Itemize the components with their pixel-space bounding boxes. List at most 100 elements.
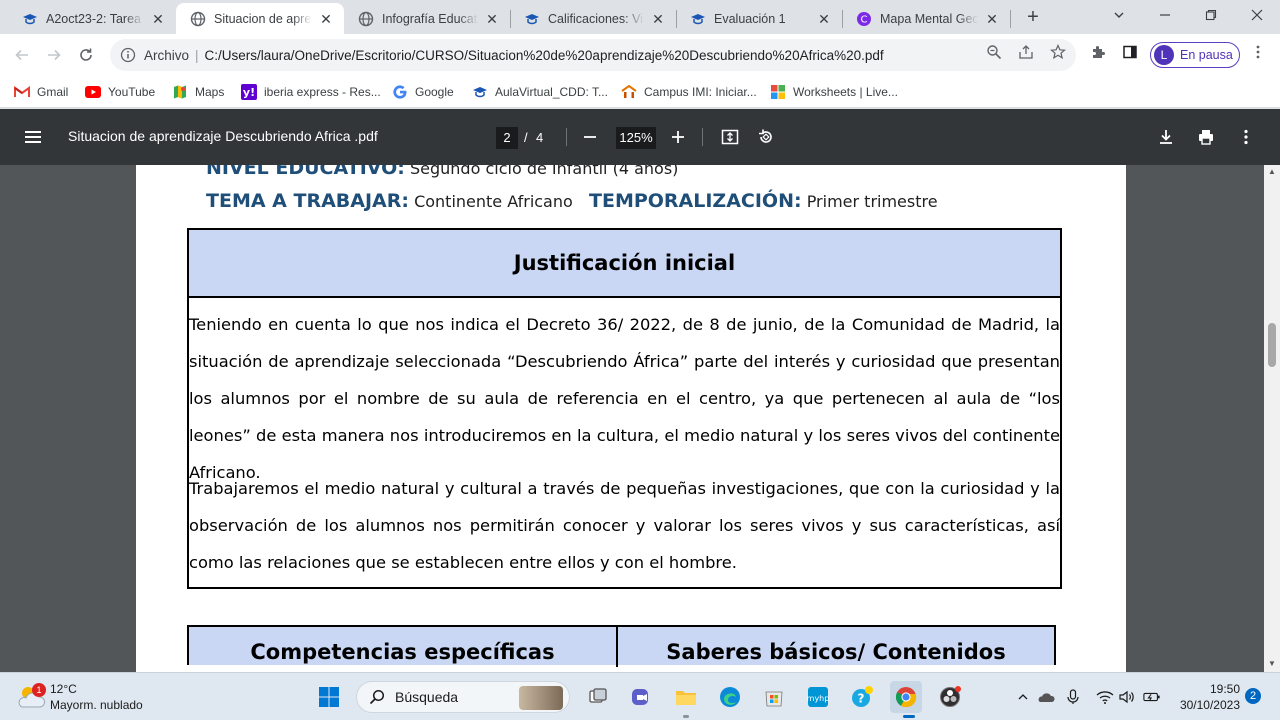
restore-icon[interactable] [1196, 4, 1226, 28]
vertical-scrollbar[interactable]: ▲ ▼ [1264, 165, 1280, 672]
forward-arrow-icon[interactable] [42, 43, 66, 67]
tray-chevron-up-icon[interactable] [1014, 688, 1032, 706]
menu-icon[interactable] [22, 126, 44, 148]
close-icon[interactable]: ✕ [650, 11, 666, 27]
tab-search-chevron-icon[interactable] [1104, 4, 1134, 28]
minimize-icon[interactable] [1150, 4, 1180, 28]
close-icon[interactable]: ✕ [150, 11, 166, 27]
microsoft-store-icon[interactable] [758, 681, 790, 713]
bookmark-label: YouTube [108, 85, 156, 99]
myhp-icon[interactable]: myhp [802, 681, 834, 713]
reload-icon[interactable] [74, 43, 98, 67]
close-window-icon[interactable] [1242, 4, 1272, 28]
volume-icon[interactable] [1118, 688, 1136, 706]
moodle-cap-icon [690, 11, 706, 27]
bookmark-maps[interactable]: Maps [172, 82, 224, 102]
nivel-value: Segundo ciclo de Infantil (4 años) [409, 165, 679, 178]
bookmark-google[interactable]: Google [392, 82, 454, 102]
competencias-table-header: Competencias específicas Saberes básicos… [187, 625, 1056, 667]
tema-value: Continente Africano [414, 192, 573, 211]
tab-infografia[interactable]: Infografía Educativ ✕ [344, 3, 510, 34]
bookmark-worksheets[interactable]: Worksheets | Live... [770, 82, 898, 102]
avatar: L [1154, 45, 1174, 65]
tab-mapa-mental[interactable]: C Mapa Mental Geo ✕ [842, 3, 1010, 34]
weather-widget[interactable]: 1 12°C Mayorm. nublado [16, 681, 143, 713]
fit-to-page-icon[interactable] [718, 125, 742, 149]
zoom-icon[interactable] [984, 42, 1004, 62]
zoom-out-button[interactable] [578, 125, 602, 149]
back-arrow-icon[interactable] [10, 43, 34, 67]
scroll-down-icon[interactable]: ▼ [1267, 659, 1277, 669]
tab-title: Evaluación 1 [714, 11, 786, 26]
close-icon[interactable]: ✕ [318, 11, 334, 27]
bookmark-campus-imi[interactable]: Campus IMI: Iniciar... [621, 82, 757, 102]
zoom-level-input[interactable]: 125% [616, 127, 656, 149]
canva-icon: C [856, 11, 872, 27]
bookmark-star-icon[interactable] [1048, 42, 1068, 62]
bookmark-label: Campus IMI: Iniciar... [644, 85, 757, 99]
close-icon[interactable]: ✕ [984, 11, 1000, 27]
tab-situacion-aprendizaje[interactable]: Situacion de aprend ✕ [176, 3, 344, 34]
page-number-input[interactable]: 2 [496, 127, 518, 149]
moodle-cap-icon [22, 11, 38, 27]
new-tab-button[interactable]: + [1022, 6, 1044, 28]
teams-meet-icon[interactable] [626, 681, 658, 713]
task-view-icon[interactable] [582, 681, 614, 713]
tab-a2oct23[interactable]: A2oct23-2: Tarea p ✕ [8, 3, 176, 34]
moodle-cap-icon [472, 84, 488, 100]
svg-text:?: ? [858, 692, 865, 706]
url-text: C:/Users/laura/OneDrive/Escritorio/CURSO… [204, 47, 884, 63]
windows-taskbar: 1 12°C Mayorm. nublado Búsqueda myhp ? 1… [0, 672, 1280, 720]
pdf-viewer[interactable]: NIVEL EDUCATIVO: Segundo ciclo de Infant… [0, 165, 1280, 672]
weather-condition: Mayorm. nublado [50, 698, 143, 712]
bookmark-aulavirtual[interactable]: AulaVirtual_CDD: T... [472, 82, 608, 102]
rotate-icon[interactable] [754, 125, 778, 149]
scrollbar-thumb[interactable] [1268, 323, 1276, 367]
svg-text:C: C [861, 14, 868, 25]
temporalizacion-value: Primer trimestre [806, 192, 938, 211]
profile-button[interactable]: L En pausa [1150, 42, 1240, 68]
maps-icon [172, 84, 188, 100]
extensions-puzzle-icon[interactable] [1088, 42, 1108, 62]
worksheets-icon [770, 84, 786, 100]
taskbar-search[interactable]: Búsqueda [356, 681, 570, 713]
profile-status: En pausa [1180, 48, 1233, 62]
battery-charging-icon[interactable] [1143, 688, 1161, 706]
notification-badge[interactable]: 2 [1245, 688, 1261, 704]
clock-time: 19:50 [1209, 682, 1240, 696]
more-options-icon[interactable] [1234, 125, 1258, 149]
windows-start-icon[interactable] [313, 681, 345, 713]
bookmark-label: Worksheets | Live... [793, 85, 898, 99]
wifi-icon[interactable] [1096, 688, 1114, 706]
tab-calificaciones[interactable]: Calificaciones: Vist ✕ [510, 3, 676, 34]
globe-icon [190, 11, 206, 27]
bookmark-gmail[interactable]: Gmail [14, 82, 68, 102]
print-icon[interactable] [1194, 125, 1218, 149]
close-icon[interactable]: ✕ [484, 11, 500, 27]
address-bar[interactable]: Archivo | C:/Users/laura/OneDrive/Escrit… [110, 39, 1076, 71]
clock-date: 30/10/2023 [1179, 698, 1240, 712]
svg-text:myhp: myhp [807, 694, 829, 703]
close-icon[interactable]: ✕ [816, 11, 832, 27]
download-icon[interactable] [1154, 125, 1178, 149]
obs-recorder-icon[interactable] [934, 681, 966, 713]
site-info-icon[interactable] [120, 47, 136, 63]
bookmark-iberia[interactable]: y! iberia express - Res... [241, 82, 381, 102]
onedrive-cloud-icon[interactable] [1037, 688, 1055, 706]
file-explorer-icon[interactable] [670, 681, 702, 713]
edge-icon[interactable] [714, 681, 746, 713]
header-saberes: Saberes básicos/ Contenidos [666, 640, 1006, 664]
more-menu-icon[interactable] [1248, 42, 1268, 62]
chrome-icon[interactable] [890, 681, 922, 713]
microphone-icon[interactable] [1064, 688, 1082, 706]
scroll-up-icon[interactable]: ▲ [1267, 167, 1277, 177]
tips-help-icon[interactable]: ? [846, 681, 878, 713]
share-icon[interactable] [1016, 42, 1036, 62]
bookmark-youtube[interactable]: YouTube [85, 82, 155, 102]
system-clock[interactable]: 19:50 30/10/2023 [1176, 681, 1240, 713]
tab-title: Calificaciones: Vist [548, 11, 644, 26]
nivel-key: NIVEL EDUCATIVO: [206, 165, 405, 179]
zoom-in-button[interactable] [666, 125, 690, 149]
side-panel-icon[interactable] [1120, 42, 1140, 62]
tab-evaluacion[interactable]: Evaluación 1 ✕ [676, 3, 842, 34]
